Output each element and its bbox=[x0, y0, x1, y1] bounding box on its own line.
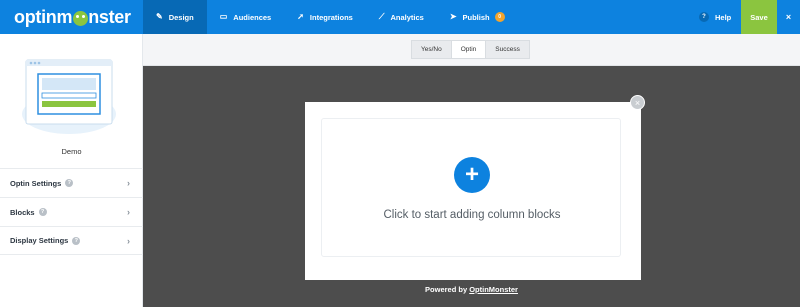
monster-face-icon bbox=[72, 10, 88, 26]
sidebar-item-blocks[interactable]: Blocks ? › bbox=[0, 197, 143, 226]
sidebar-item-optin-settings[interactable]: Optin Settings ? › bbox=[0, 168, 143, 197]
sidebar-item-label: Blocks bbox=[10, 207, 35, 217]
help-icon[interactable]: ? bbox=[38, 208, 47, 216]
nav-publish[interactable]: ➤ Publish 0 bbox=[437, 0, 518, 34]
nav-publish-label: Publish bbox=[462, 12, 490, 22]
chevron-right-icon: › bbox=[127, 235, 130, 246]
sidebar-item-label: Optin Settings bbox=[10, 178, 62, 188]
help-label: Help bbox=[715, 12, 732, 22]
tab-yes-no[interactable]: Yes/No bbox=[411, 40, 452, 59]
nav-analytics-label: Analytics bbox=[390, 12, 424, 22]
nav-integrations-label: Integrations bbox=[309, 12, 353, 22]
save-button[interactable]: Save bbox=[741, 0, 777, 34]
publish-badge: 0 bbox=[494, 12, 505, 22]
question-icon: ? bbox=[699, 12, 709, 22]
nav-design[interactable]: ✎ Design bbox=[143, 0, 207, 34]
logo-text-start: optinm bbox=[14, 6, 73, 27]
chevron-right-icon: › bbox=[127, 207, 130, 217]
sidebar-item-display-settings[interactable]: Display Settings ? › bbox=[0, 226, 143, 255]
top-navigation-bar: optinm nster ✎ Design ▭ Audiences ➚ Integ… bbox=[0, 0, 800, 34]
tab-optin[interactable]: Optin bbox=[451, 40, 487, 59]
nav-audiences-label: Audiences bbox=[233, 12, 272, 22]
sidebar-item-label: Display Settings bbox=[10, 236, 69, 245]
monitor-icon: ▭ bbox=[219, 12, 228, 21]
send-icon: ➤ bbox=[449, 12, 457, 21]
help-link[interactable]: ? Help bbox=[699, 0, 731, 34]
nav-design-label: Design bbox=[168, 12, 194, 22]
help-icon[interactable]: ? bbox=[65, 179, 74, 187]
optinmonster-logo[interactable]: optinm nster bbox=[14, 6, 131, 28]
add-column-block-button[interactable]: + bbox=[454, 157, 490, 193]
logo-text-end: nster bbox=[88, 6, 131, 27]
view-toolbar: Yes/No Optin Success bbox=[143, 34, 800, 66]
design-canvas: + Click to start adding column blocks × … bbox=[143, 66, 800, 307]
sidebar-menu: Optin Settings ? › Blocks ? › Display Se… bbox=[0, 168, 143, 255]
tab-success[interactable]: Success bbox=[486, 40, 530, 59]
help-icon[interactable]: ? bbox=[72, 236, 81, 245]
sidebar: Demo Optin Settings ? › Blocks ? › Displ… bbox=[0, 34, 143, 307]
powered-by-prefix: Powered by bbox=[425, 285, 470, 294]
chevron-right-icon: › bbox=[127, 178, 130, 188]
popup-close-icon[interactable]: × bbox=[630, 95, 645, 110]
column-blocks-dropzone[interactable]: + Click to start adding column blocks bbox=[321, 118, 621, 257]
nav-integrations[interactable]: ➚ Integrations bbox=[284, 0, 366, 34]
view-tabs: Yes/No Optin Success bbox=[411, 40, 530, 59]
pencil-icon: ✎ bbox=[156, 12, 163, 21]
campaign-name: Demo bbox=[61, 147, 82, 156]
line-chart-icon: ⟋ bbox=[378, 12, 385, 21]
nav-analytics[interactable]: ⟋ Analytics bbox=[366, 0, 437, 34]
powered-by-text: Powered by OptinMonster bbox=[143, 285, 800, 294]
nav-audiences[interactable]: ▭ Audiences bbox=[207, 0, 285, 34]
optinmonster-link[interactable]: OptinMonster bbox=[469, 285, 518, 294]
paper-plane-icon: ➚ bbox=[297, 12, 304, 21]
main-nav: ✎ Design ▭ Audiences ➚ Integrations ⟋ An… bbox=[143, 0, 518, 34]
campaign-preview-thumbnail[interactable] bbox=[20, 56, 118, 134]
optin-popup-preview: + Click to start adding column blocks bbox=[305, 102, 641, 280]
dropzone-instruction[interactable]: Click to start adding column blocks bbox=[322, 209, 622, 221]
close-icon[interactable]: × bbox=[777, 0, 800, 34]
